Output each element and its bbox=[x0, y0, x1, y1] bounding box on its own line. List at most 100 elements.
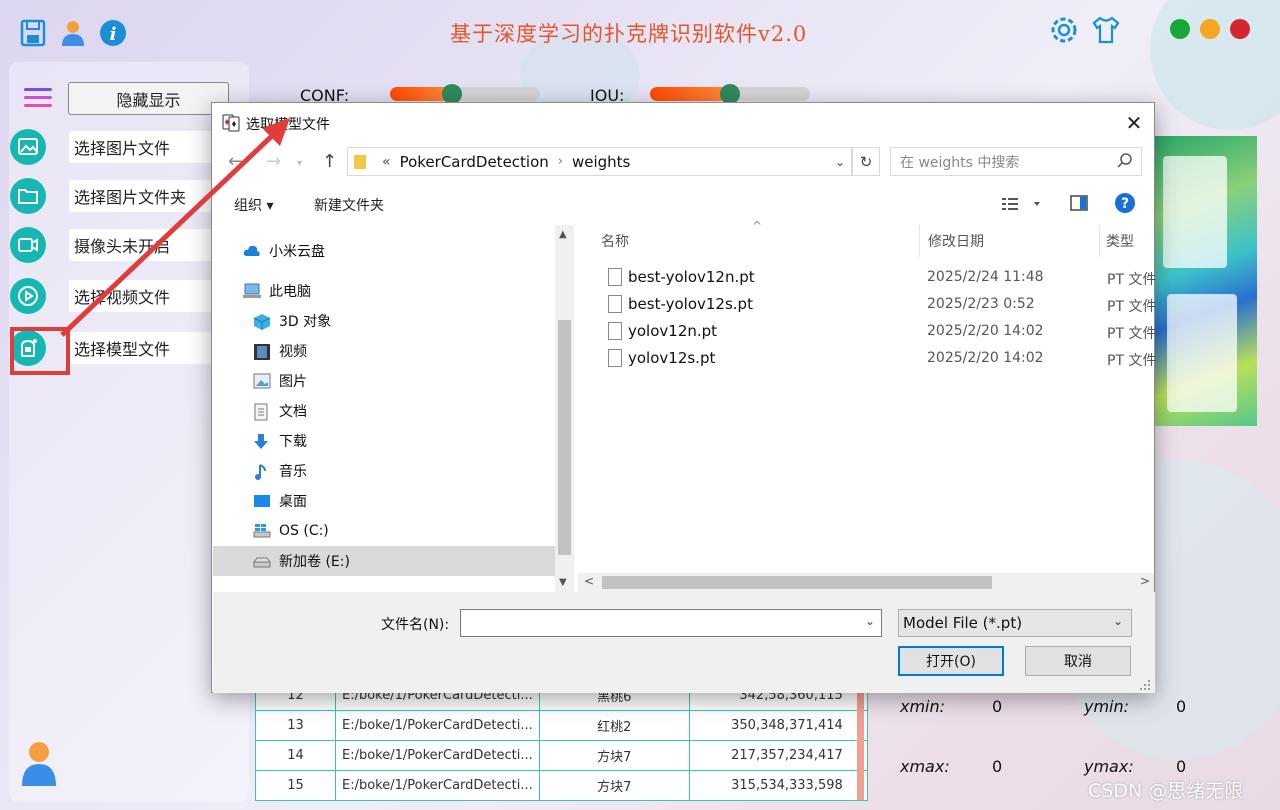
scroll-down-icon[interactable]: ▼ bbox=[559, 577, 567, 588]
column-header-date[interactable]: 修改日期 bbox=[928, 231, 984, 251]
table-row[interactable]: 14 E:/boke/1/PokerCardDetecti... 方块7 217,35… bbox=[255, 740, 868, 771]
open-button[interactable]: 打开(O) bbox=[898, 646, 1004, 676]
help-icon[interactable]: ? bbox=[1115, 193, 1135, 217]
horizontal-scrollbar[interactable]: < > bbox=[578, 573, 1154, 592]
scroll-left-icon[interactable]: < bbox=[584, 574, 594, 588]
save-icon[interactable] bbox=[18, 18, 48, 48]
view-options-icon[interactable] bbox=[1002, 196, 1046, 216]
refresh-icon[interactable]: ↻ bbox=[852, 147, 880, 176]
file-name: yolov12s.pt bbox=[628, 349, 716, 367]
filename-input[interactable]: ⌄ bbox=[460, 609, 882, 637]
file-type-filter[interactable]: Model File (*.pt) ⌄ bbox=[898, 609, 1132, 637]
column-separator[interactable] bbox=[1099, 225, 1100, 257]
avatar-icon[interactable] bbox=[20, 740, 58, 792]
file-name: best-yolov12s.pt bbox=[628, 295, 753, 313]
column-header-type[interactable]: 类型 bbox=[1106, 231, 1134, 251]
drive-icon bbox=[253, 553, 271, 569]
music-icon bbox=[253, 463, 271, 480]
close-dot[interactable] bbox=[1230, 19, 1250, 39]
drive-icon bbox=[253, 523, 271, 539]
search-input[interactable]: 在 weights 中搜索 bbox=[890, 147, 1142, 176]
forward-arrow-icon[interactable]: → bbox=[266, 151, 281, 172]
sidebar-item-camera[interactable]: 摄像头未开启 bbox=[10, 227, 219, 263]
address-bar[interactable]: « PokerCardDetection › weights ⌄ bbox=[347, 147, 852, 176]
nav-item-pictures[interactable]: 图片 bbox=[213, 366, 555, 396]
table-scrollbar[interactable] bbox=[857, 680, 864, 800]
settings-icon[interactable] bbox=[1048, 14, 1080, 50]
top-toolbar: i bbox=[18, 18, 128, 48]
xmin-value: 0 bbox=[992, 697, 1003, 716]
maximize-dot[interactable] bbox=[1170, 19, 1190, 39]
file-list-item[interactable]: best-yolov12s.pt 2025/2/23 0:52 PT 文件 bbox=[604, 292, 1164, 318]
close-icon[interactable]: ✕ bbox=[1120, 109, 1148, 137]
conf-slider[interactable] bbox=[390, 87, 540, 101]
scroll-right-icon[interactable]: > bbox=[1140, 574, 1150, 588]
file-date: 2025/2/24 11:48 bbox=[927, 269, 1044, 285]
nav-item-label: OS (C:) bbox=[279, 523, 329, 539]
nav-item-drive-c[interactable]: OS (C:) bbox=[213, 516, 555, 546]
breadcrumb-separator-icon: › bbox=[557, 154, 563, 169]
scroll-up-icon[interactable]: ▲ bbox=[559, 229, 567, 240]
back-arrow-icon[interactable]: ← bbox=[228, 151, 243, 172]
minimize-dot[interactable] bbox=[1200, 19, 1220, 39]
new-folder-button[interactable]: 新建文件夹 bbox=[314, 195, 384, 215]
search-icon bbox=[1117, 152, 1133, 172]
table-cell-path: E:/boke/1/PokerCardDetecti... bbox=[335, 710, 540, 741]
nav-item-downloads[interactable]: 下载 bbox=[213, 426, 555, 456]
sidebar-item-select-video[interactable]: 选择视频文件 bbox=[10, 278, 219, 314]
history-chevron-icon[interactable]: ▾ bbox=[297, 158, 302, 169]
dialog-app-icon bbox=[222, 114, 240, 136]
column-header-name[interactable]: 名称 bbox=[601, 231, 629, 251]
sidebar-item-select-image[interactable]: 选择图片文件 bbox=[10, 129, 219, 165]
column-separator[interactable] bbox=[919, 225, 920, 257]
user-icon[interactable] bbox=[58, 18, 88, 48]
nav-item-drive-e[interactable]: 新加卷 (E:) bbox=[213, 546, 555, 576]
nav-item-label: 音乐 bbox=[279, 464, 307, 480]
chevron-down-icon[interactable]: ⌄ bbox=[865, 614, 875, 628]
computer-icon bbox=[243, 283, 261, 299]
nav-item-desktop[interactable]: 桌面 bbox=[213, 486, 555, 516]
nav-item-documents[interactable]: 文档 bbox=[213, 396, 555, 426]
chevron-down-icon: ⌄ bbox=[1112, 614, 1123, 628]
scrollbar-thumb[interactable] bbox=[558, 320, 571, 555]
cancel-button[interactable]: 取消 bbox=[1025, 646, 1131, 676]
detection-preview-image bbox=[1155, 136, 1257, 426]
file-list-item[interactable]: best-yolov12n.pt 2025/2/24 11:48 PT 文件 bbox=[604, 265, 1164, 291]
iou-slider-knob[interactable] bbox=[720, 84, 740, 104]
cube-icon bbox=[253, 313, 271, 330]
breadcrumb-item[interactable]: weights bbox=[572, 153, 630, 171]
table-cell-path: E:/boke/1/PokerCardDetecti... bbox=[335, 740, 540, 771]
sidebar-item-select-folder[interactable]: 选择图片文件夹 bbox=[10, 178, 219, 214]
xmin-label: xmin: bbox=[900, 697, 946, 716]
organize-menu[interactable]: 组织 ▾ bbox=[234, 195, 273, 215]
conf-slider-knob[interactable] bbox=[441, 84, 462, 104]
picture-icon bbox=[253, 373, 271, 389]
resize-grip-icon[interactable] bbox=[1138, 677, 1152, 691]
info-icon[interactable]: i bbox=[98, 18, 128, 48]
nav-pane-scrollbar[interactable]: ▲ ▼ bbox=[555, 225, 574, 592]
menu-icon[interactable] bbox=[24, 86, 52, 114]
nav-item-label: 桌面 bbox=[279, 494, 307, 510]
nav-item-xiaomi-cloud[interactable]: 小米云盘 bbox=[213, 236, 555, 266]
scrollbar-thumb[interactable] bbox=[602, 576, 992, 589]
file-type: PT 文件 bbox=[1107, 299, 1157, 315]
file-list-item[interactable]: yolov12n.pt 2025/2/20 14:02 PT 文件 bbox=[604, 319, 1164, 345]
nav-item-this-pc[interactable]: 此电脑 bbox=[213, 276, 555, 306]
chevron-down-icon[interactable]: ⌄ bbox=[835, 155, 845, 169]
nav-item-music[interactable]: 音乐 bbox=[213, 456, 555, 486]
download-icon bbox=[253, 433, 271, 449]
sidebar-item-label: 摄像头未开启 bbox=[69, 229, 219, 261]
results-table: 12 E:/boke/1/PokerCardDetecti... 黑桃6 342,58… bbox=[255, 680, 868, 801]
up-arrow-icon[interactable]: ↑ bbox=[322, 151, 337, 172]
file-list-item[interactable]: yolov12s.pt 2025/2/20 14:02 PT 文件 bbox=[604, 346, 1164, 372]
table-cell-label: 方块7 bbox=[538, 770, 690, 801]
table-row[interactable]: 15 E:/boke/1/PokerCardDetecti... 方块7 315,53… bbox=[255, 770, 868, 801]
toggle-display-button[interactable]: 隐藏显示 bbox=[68, 82, 229, 115]
nav-item-3d-objects[interactable]: 3D 对象 bbox=[213, 306, 555, 336]
preview-pane-icon[interactable] bbox=[1070, 195, 1088, 215]
table-row[interactable]: 13 E:/boke/1/PokerCardDetecti... 红桃2 350,34… bbox=[255, 710, 868, 741]
navigation-pane: 小米云盘 此电脑 3D 对象 视频 图片 文档 下载 音乐 桌面 OS (C:)… bbox=[213, 225, 555, 592]
nav-item-videos[interactable]: 视频 bbox=[213, 336, 555, 366]
theme-shirt-icon[interactable] bbox=[1090, 14, 1122, 50]
breadcrumb-item[interactable]: PokerCardDetection bbox=[400, 153, 549, 171]
